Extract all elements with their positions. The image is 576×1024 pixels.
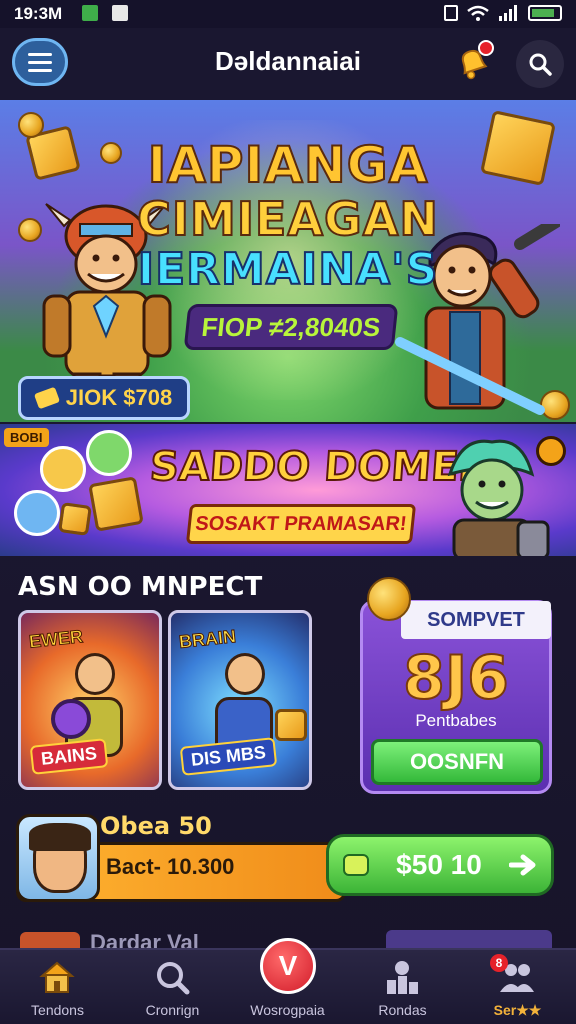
play-logo-icon: V [260, 938, 316, 994]
player-avatar [16, 814, 100, 902]
status-icons [444, 5, 562, 21]
settings-gear-icon[interactable] [536, 436, 566, 466]
reward-ribbon: SOMPVET [401, 601, 551, 639]
nav-tab-home[interactable]: Tendons [0, 950, 115, 1024]
hero-banner[interactable]: IAPIANGA CIMIEAGAN IERMAINA'S FIOP ≠2,80… [0, 100, 576, 422]
app-notification-icon [112, 5, 128, 21]
nav-label: Ser★★ [493, 1002, 542, 1018]
coin-icon [18, 112, 44, 138]
cash-icon [343, 854, 369, 876]
notifications-button[interactable] [454, 40, 494, 82]
search-icon [157, 962, 190, 995]
arrow-right-icon [508, 854, 536, 876]
avatar-token-icon [14, 490, 60, 536]
hero-title-line3: IERMAINA'S [137, 243, 439, 296]
game-card-badge: BAINS [29, 738, 109, 775]
leaderboard-icon [387, 961, 418, 994]
battery-icon [528, 5, 562, 21]
notification-icon [82, 5, 98, 21]
search-icon [529, 53, 552, 76]
game-card[interactable]: EWER BAINS [18, 610, 162, 790]
hero-title-line1: IAPIANGA [147, 135, 429, 195]
peek-box [386, 930, 552, 950]
search-button[interactable] [516, 40, 564, 88]
nav-label: Wosrogpaia [250, 1002, 325, 1018]
nav-label: Cronrign [145, 1002, 200, 1018]
reward-label: Pentbabes [415, 711, 497, 730]
nav-tab-rankings[interactable]: Rondas [345, 950, 460, 1024]
promo-banner[interactable]: BOBI SADDO DOMEFI! SOSAKT PRAMASAR! [0, 424, 576, 556]
reward-claim-button[interactable]: OOSNFN [371, 739, 543, 785]
offer-price: Bact- 10.300 [106, 854, 235, 879]
nav-label: Tendons [31, 1002, 84, 1018]
wifi-icon [467, 5, 489, 21]
character-head [225, 653, 265, 695]
status-time: 19:3M [14, 4, 63, 23]
hero-title-line2: CIMIEAGAN [136, 191, 439, 247]
nav-tab-social[interactable]: 8 Ser★★ [460, 950, 575, 1024]
bottom-nav: Tendons Cronrign V Wosrogpaia Rondas 8 S… [0, 938, 576, 1024]
nav-tab-search[interactable]: Cronrign [115, 950, 230, 1024]
avatar-token-icon [40, 446, 86, 492]
gem-cube-icon [58, 502, 92, 536]
game-card-label: EWER [28, 626, 85, 653]
character-head [75, 653, 115, 695]
app-screen: 19:3M Dəldannaiai IAPIANGA CIMIEAGAN IER… [0, 0, 576, 1024]
status-bar: 19:3M [0, 0, 576, 28]
promo-subtitle: SOSAKT PRAMASAR! [185, 504, 417, 544]
blaster-icon [51, 699, 91, 739]
avatar-token-icon [86, 430, 132, 476]
reward-value: 8J6 [402, 642, 510, 714]
game-card-label: BRAIN [178, 626, 238, 653]
reward-card: SOMPVET 8J6 Pentbabes OOSNFN [360, 577, 552, 794]
signal-icon [499, 5, 517, 21]
hero-prize-plate: FIOP ≠2,8040S [183, 304, 399, 350]
goblin-character [447, 439, 550, 556]
peek-label: Dardar Val [90, 930, 199, 950]
nav-label: Rondas [378, 1002, 427, 1018]
gem-cube-icon [275, 709, 307, 741]
gem-cube-icon [88, 476, 144, 532]
notification-badge [478, 40, 494, 56]
home-icon [39, 961, 75, 993]
nav-badge: 8 [490, 954, 508, 972]
ticket-icon [33, 386, 60, 410]
promo-tag: BOBI [4, 428, 49, 447]
nav-tab-play[interactable]: V Wosrogpaia [230, 938, 345, 1024]
promo-title: SADDO DOMEFI! [147, 443, 521, 491]
offer-strip: Obea 50 Bact- 10.300 $50 10 [14, 812, 560, 904]
offer-buy-button[interactable]: $50 10 [326, 834, 554, 896]
dollar-coin-icon [367, 577, 411, 621]
hero-chip-button[interactable]: JIOK $708 [18, 376, 190, 420]
game-card-badge: DIS MBS [179, 737, 278, 776]
hero-chip-label: JIOK $708 [65, 385, 173, 410]
avatar-hair [29, 823, 91, 851]
game-card[interactable]: BRAIN DIS MBS [168, 610, 312, 790]
offer-label: Obea 50 [100, 812, 212, 840]
section-title: ASN OO MNPECT [18, 572, 263, 602]
sim-icon [444, 5, 458, 21]
offer-button-label: $50 10 [396, 849, 482, 880]
app-header: Dəldannaiai [0, 28, 576, 100]
